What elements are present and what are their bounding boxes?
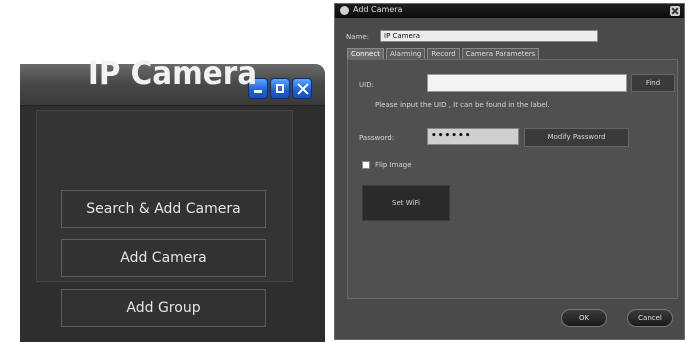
add-camera-button[interactable]: Add Camera (61, 239, 266, 277)
add-camera-dialog: Add Camera Name: IP Camera Connect Alarm… (334, 3, 685, 340)
password-input[interactable]: •••••• (427, 128, 519, 145)
connect-panel (347, 59, 678, 299)
uid-input[interactable] (427, 74, 627, 92)
dialog-titlebar[interactable]: Add Camera (335, 4, 684, 18)
name-label: Name: (346, 33, 370, 41)
cancel-button[interactable]: Cancel (627, 309, 673, 327)
uid-hint: Please input the UID , It can be found i… (375, 101, 550, 109)
ok-button[interactable]: OK (561, 309, 607, 327)
dialog-title: Add Camera (353, 5, 403, 14)
search-add-camera-button[interactable]: Search & Add Camera (61, 190, 266, 228)
uid-label: UID: (359, 81, 374, 89)
close-icon[interactable] (670, 6, 680, 16)
modify-password-button[interactable]: Modify Password (524, 128, 629, 147)
tab-bar: Connect Alarming Record Camera Parameter… (347, 48, 540, 59)
app-title: IP Camera (87, 54, 258, 92)
add-group-button[interactable]: Add Group (61, 289, 266, 327)
password-label: Password: (359, 134, 395, 142)
app-icon (340, 6, 349, 15)
find-button[interactable]: Find (631, 74, 675, 92)
set-wifi-button[interactable]: Set WiFi (362, 185, 450, 221)
name-input[interactable]: IP Camera (380, 30, 598, 42)
tab-connect[interactable]: Connect (347, 48, 384, 59)
flip-image-checkbox[interactable] (362, 161, 370, 169)
flip-image-label: Flip Image (375, 161, 412, 169)
tab-record[interactable]: Record (427, 48, 460, 59)
tab-camera-parameters[interactable]: Camera Parameters (461, 48, 540, 59)
tab-alarming[interactable]: Alarming (385, 48, 426, 59)
